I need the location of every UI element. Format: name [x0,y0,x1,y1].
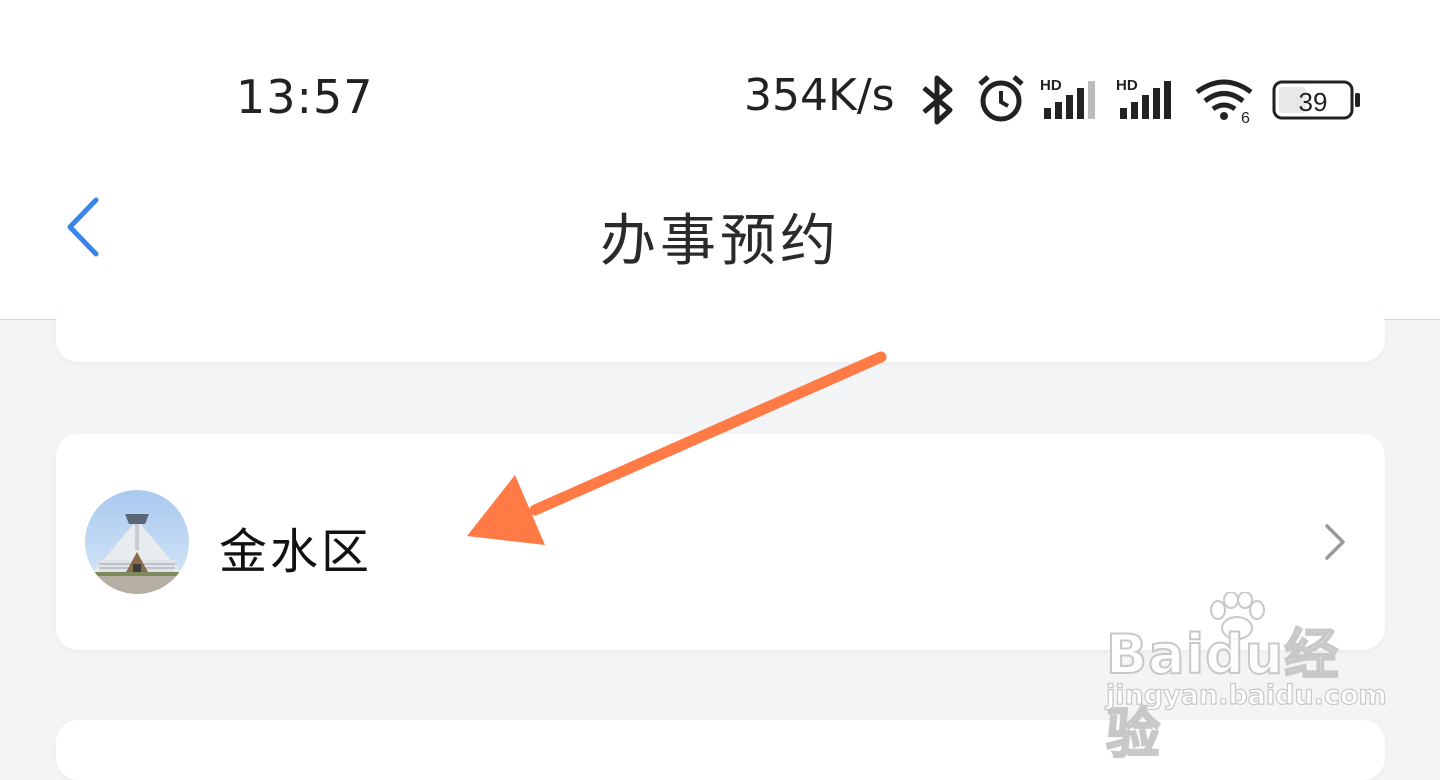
status-time: 13:57 [236,70,374,124]
svg-text:39: 39 [1299,87,1328,117]
signal-strength-icon: HD [1040,77,1095,119]
alarm-icon [978,75,1024,122]
top-bar: 13:57 354K/s HD HD 6 39 办事预约 [0,0,1440,320]
district-label: 金水区 [219,524,373,580]
battery-icon: 39 [1272,80,1360,120]
network-speed: 354K/s [744,70,895,121]
svg-text:6: 6 [1241,110,1250,124]
watermark-url: jingyan.baidu.com [1105,679,1387,711]
wifi-icon: 6 [1195,79,1253,124]
svg-text:HD: HD [1040,77,1062,94]
signal-strength-icon: HD [1116,77,1171,119]
bluetooth-icon [922,75,953,125]
page-title: 办事预约 [600,209,840,274]
svg-text:HD: HD [1116,77,1138,94]
watermark: Baidu经验 jingyan.baidu.com [1100,592,1387,766]
avatar [85,490,189,594]
previous-card [56,300,1385,362]
chevron-right-icon [1325,524,1345,560]
